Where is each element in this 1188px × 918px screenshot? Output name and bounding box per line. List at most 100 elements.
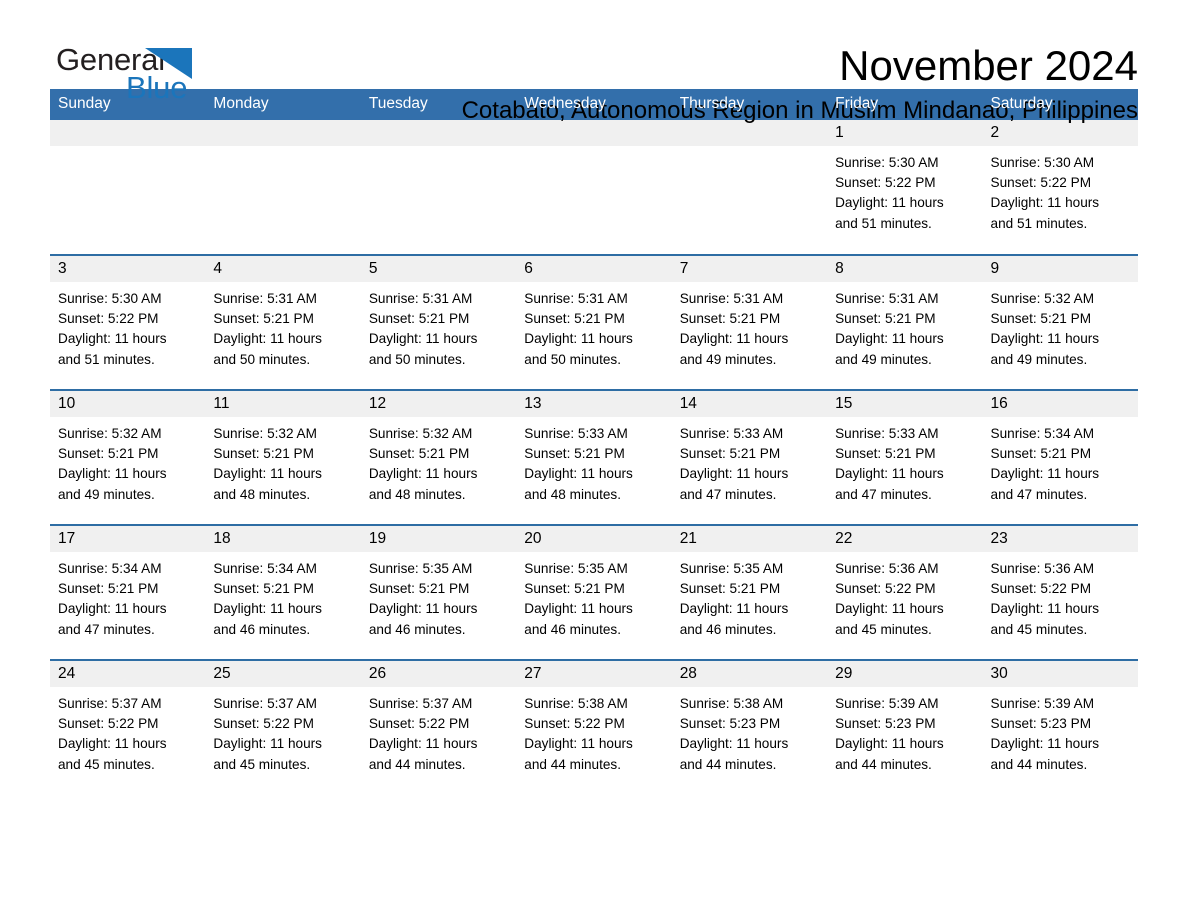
calendar-day-cell[interactable]: 25 Sunrise: 5:37 AM Sunset: 5:22 PM Dayligh… xyxy=(205,659,361,795)
calendar-week-row: 17 Sunrise: 5:34 AM Sunset: 5:21 PM Dayligh… xyxy=(50,524,1138,660)
day-number: 8 xyxy=(827,256,983,282)
sunset-time: Sunset: 5:21 PM xyxy=(368,581,470,597)
daylight-duration-line2: and 51 minutes. xyxy=(835,215,932,231)
day-details: Sunrise: 5:37 AM Sunset: 5:22 PM Daylight:… xyxy=(50,687,205,775)
day-details: Sunrise: 5:32 AM Sunset: 5:21 PM Daylight:… xyxy=(983,282,1138,370)
calendar-day-cell[interactable]: 9 Sunrise: 5:32 AM Sunset: 5:21 PM Daylight… xyxy=(982,254,1138,390)
day-number: 24 xyxy=(50,661,206,687)
daylight-duration-line1: Daylight: 11 hours xyxy=(524,466,633,482)
day-number: 23 xyxy=(982,526,1138,552)
calendar-day-cell[interactable]: 21 Sunrise: 5:35 AM Sunset: 5:21 PM Dayligh… xyxy=(671,524,828,660)
day-details: Sunrise: 5:30 AM Sunset: 5:22 PM Daylight:… xyxy=(827,146,982,234)
daylight-duration-line2: and 49 minutes. xyxy=(990,351,1088,367)
calendar-day-cell[interactable]: 17 Sunrise: 5:34 AM Sunset: 5:21 PM Dayligh… xyxy=(50,524,206,660)
sunrise-sunset-calendar: Sunday Monday Tuesday Wednesday Thursday… xyxy=(50,89,1138,795)
day-number: 27 xyxy=(516,661,672,687)
calendar-day-cell[interactable]: 19 Sunrise: 5:35 AM Sunset: 5:21 PM Dayligh… xyxy=(360,524,517,660)
sunset-time: Sunset: 5:21 PM xyxy=(679,446,781,462)
day-number: 9 xyxy=(982,256,1138,282)
calendar-day-cell[interactable]: 15 Sunrise: 5:33 AM Sunset: 5:21 PM Dayligh… xyxy=(827,389,983,525)
calendar-day-cell[interactable]: 16 Sunrise: 5:34 AM Sunset: 5:21 PM Dayligh… xyxy=(982,389,1138,525)
calendar-day-cell[interactable]: 13 Sunrise: 5:33 AM Sunset: 5:21 PM Dayligh… xyxy=(516,389,672,525)
day-number: 29 xyxy=(827,661,983,687)
sunrise-time: Sunrise: 5:32 AM xyxy=(58,426,162,441)
calendar-page: General Blue November 2024 Cotabato, Aut… xyxy=(0,0,1188,918)
day-details: Sunrise: 5:31 AM Sunset: 5:21 PM Daylight:… xyxy=(827,282,982,370)
day-number: 26 xyxy=(360,661,517,687)
calendar-day-cell[interactable]: 6 Sunrise: 5:31 AM Sunset: 5:21 PM Daylight… xyxy=(516,254,672,390)
day-details: Sunrise: 5:38 AM Sunset: 5:22 PM Daylight:… xyxy=(516,687,671,775)
sunset-time: Sunset: 5:23 PM xyxy=(990,716,1092,732)
calendar-day-cell-empty xyxy=(516,120,672,255)
sunrise-time: Sunrise: 5:35 AM xyxy=(368,561,473,576)
calendar-day-cell[interactable]: 29 Sunrise: 5:39 AM Sunset: 5:23 PM Dayligh… xyxy=(827,659,983,795)
daylight-duration-line2: and 44 minutes. xyxy=(368,756,466,772)
daylight-duration-line2: and 50 minutes. xyxy=(524,351,621,367)
calendar-day-cell[interactable]: 24 Sunrise: 5:37 AM Sunset: 5:22 PM Dayligh… xyxy=(50,659,206,795)
daylight-duration-line2: and 46 minutes. xyxy=(368,621,466,637)
day-details: Sunrise: 5:33 AM Sunset: 5:21 PM Daylight:… xyxy=(516,417,671,505)
sunrise-time: Sunrise: 5:38 AM xyxy=(524,696,628,711)
day-details: Sunrise: 5:39 AM Sunset: 5:23 PM Daylight:… xyxy=(983,687,1138,775)
day-details: Sunrise: 5:32 AM Sunset: 5:21 PM Daylight:… xyxy=(50,417,205,505)
calendar-day-cell[interactable]: 3 Sunrise: 5:30 AM Sunset: 5:22 PM Daylight… xyxy=(50,254,206,390)
sunrise-time: Sunrise: 5:36 AM xyxy=(835,561,939,576)
page-title: November 2024 xyxy=(839,42,1138,89)
calendar-week-row: 3 Sunrise: 5:30 AM Sunset: 5:22 PM Daylight… xyxy=(50,254,1138,390)
daylight-duration-line2: and 46 minutes. xyxy=(524,621,621,637)
calendar-day-cell[interactable]: 22 Sunrise: 5:36 AM Sunset: 5:22 PM Dayligh… xyxy=(827,524,983,660)
calendar-day-cell-empty xyxy=(360,120,517,255)
day-details: Sunrise: 5:35 AM Sunset: 5:21 PM Daylight:… xyxy=(361,552,516,640)
daylight-duration-line2: and 48 minutes. xyxy=(368,486,466,502)
calendar-day-cell[interactable]: 4 Sunrise: 5:31 AM Sunset: 5:21 PM Daylight… xyxy=(205,254,361,390)
sunrise-time: Sunrise: 5:34 AM xyxy=(213,561,317,576)
calendar-day-cell[interactable]: 23 Sunrise: 5:36 AM Sunset: 5:22 PM Dayligh… xyxy=(982,524,1138,660)
daylight-duration-line1: Daylight: 11 hours xyxy=(990,331,1100,347)
calendar-day-cell-empty xyxy=(205,120,361,255)
calendar-day-cell[interactable]: 7 Sunrise: 5:31 AM Sunset: 5:21 PM Daylight… xyxy=(671,254,828,390)
sunset-time: Sunset: 5:21 PM xyxy=(213,581,314,597)
daylight-duration-line1: Daylight: 11 hours xyxy=(835,736,944,752)
daylight-duration-line1: Daylight: 11 hours xyxy=(213,466,322,482)
daylight-duration-line2: and 50 minutes. xyxy=(368,351,466,367)
calendar-day-cell[interactable]: 18 Sunrise: 5:34 AM Sunset: 5:21 PM Dayligh… xyxy=(205,524,361,660)
daylight-duration-line1: Daylight: 11 hours xyxy=(835,195,944,211)
day-details: Sunrise: 5:31 AM Sunset: 5:21 PM Daylight:… xyxy=(205,282,360,370)
day-number: 20 xyxy=(516,526,672,552)
daylight-duration-line1: Daylight: 11 hours xyxy=(679,601,789,617)
daylight-duration-line2: and 51 minutes. xyxy=(58,351,155,367)
sunrise-time: Sunrise: 5:38 AM xyxy=(679,696,784,711)
day-details: Sunrise: 5:35 AM Sunset: 5:21 PM Daylight:… xyxy=(672,552,827,640)
day-number: 11 xyxy=(205,391,361,417)
day-number xyxy=(50,120,206,146)
sunrise-time: Sunrise: 5:33 AM xyxy=(835,426,939,441)
calendar-day-cell[interactable]: 8 Sunrise: 5:31 AM Sunset: 5:21 PM Daylight… xyxy=(827,254,983,390)
calendar-day-cell[interactable]: 20 Sunrise: 5:35 AM Sunset: 5:21 PM Dayligh… xyxy=(516,524,672,660)
calendar-day-cell[interactable]: 26 Sunrise: 5:37 AM Sunset: 5:22 PM Dayligh… xyxy=(360,659,517,795)
calendar-day-cell[interactable]: 12 Sunrise: 5:32 AM Sunset: 5:21 PM Dayligh… xyxy=(360,389,517,525)
calendar-day-cell[interactable]: 10 Sunrise: 5:32 AM Sunset: 5:21 PM Dayligh… xyxy=(50,389,206,525)
daylight-duration-line1: Daylight: 11 hours xyxy=(368,736,478,752)
logo-text-blue: Blue xyxy=(126,70,188,105)
daylight-duration-line2: and 49 minutes. xyxy=(679,351,777,367)
calendar-day-cell[interactable]: 1 Sunrise: 5:30 AM Sunset: 5:22 PM Daylight… xyxy=(827,120,983,255)
calendar-day-cell[interactable]: 14 Sunrise: 5:33 AM Sunset: 5:21 PM Dayligh… xyxy=(671,389,828,525)
daylight-duration-line2: and 46 minutes. xyxy=(679,621,777,637)
calendar-day-cell[interactable]: 28 Sunrise: 5:38 AM Sunset: 5:23 PM Dayligh… xyxy=(671,659,828,795)
calendar-day-cell[interactable]: 30 Sunrise: 5:39 AM Sunset: 5:23 PM Dayligh… xyxy=(982,659,1138,795)
daylight-duration-line2: and 44 minutes. xyxy=(679,756,777,772)
daylight-duration-line1: Daylight: 11 hours xyxy=(213,601,322,617)
calendar-day-cell[interactable]: 5 Sunrise: 5:31 AM Sunset: 5:21 PM Daylight… xyxy=(360,254,517,390)
sunrise-time: Sunrise: 5:31 AM xyxy=(213,291,317,306)
daylight-duration-line1: Daylight: 11 hours xyxy=(679,736,789,752)
day-number: 12 xyxy=(360,391,517,417)
daylight-duration-line1: Daylight: 11 hours xyxy=(213,331,322,347)
calendar-day-cell[interactable]: 2 Sunrise: 5:30 AM Sunset: 5:22 PM Daylight… xyxy=(982,120,1138,255)
day-details: Sunrise: 5:30 AM Sunset: 5:22 PM Daylight:… xyxy=(983,146,1138,234)
day-number: 28 xyxy=(671,661,828,687)
calendar-day-cell[interactable]: 11 Sunrise: 5:32 AM Sunset: 5:21 PM Dayligh… xyxy=(205,389,361,525)
calendar-day-cell[interactable]: 27 Sunrise: 5:38 AM Sunset: 5:22 PM Dayligh… xyxy=(516,659,672,795)
sunset-time: Sunset: 5:21 PM xyxy=(524,446,625,462)
sunrise-time: Sunrise: 5:35 AM xyxy=(679,561,784,576)
day-number: 17 xyxy=(50,526,206,552)
